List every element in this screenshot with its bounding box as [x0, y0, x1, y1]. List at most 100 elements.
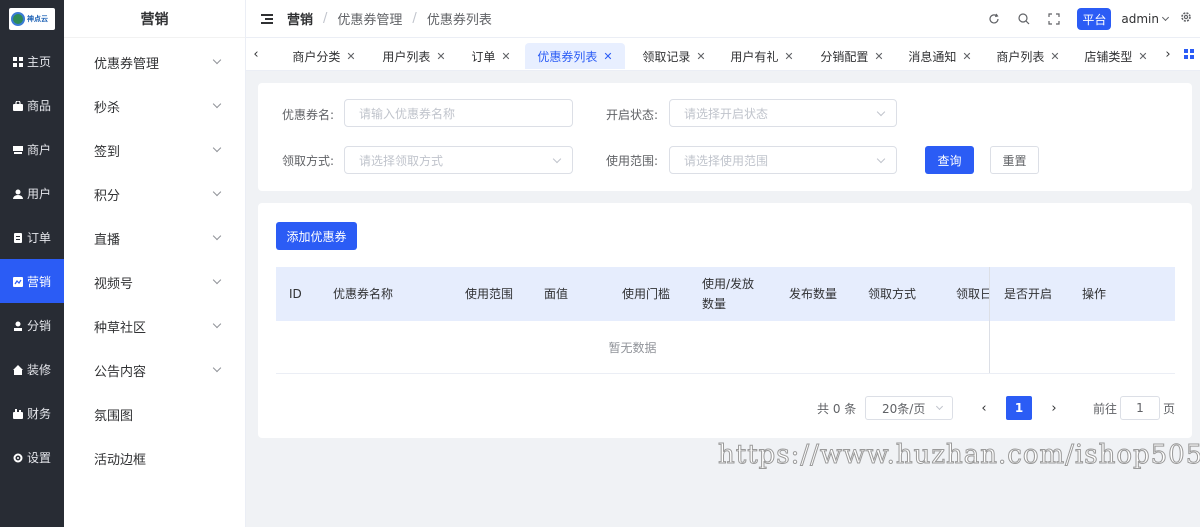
nav-item-distribution[interactable]: 分销: [0, 303, 64, 347]
platform-button[interactable]: 平台: [1077, 8, 1112, 30]
status-select[interactable]: 请选择开启状态: [669, 99, 897, 127]
close-icon[interactable]: ✕: [962, 50, 971, 63]
refresh-icon[interactable]: [987, 12, 1001, 26]
breadcrumb-item: 优惠券列表: [426, 13, 492, 28]
submenu-item-signin[interactable]: 签到: [64, 128, 246, 172]
nav-label: 用户: [26, 186, 51, 201]
tab-label: 领取记录: [642, 49, 691, 64]
coupon-name-input[interactable]: 请输入优惠券名称: [344, 99, 573, 127]
search-icon[interactable]: [1017, 12, 1031, 26]
goto-label: 前往: [1093, 402, 1118, 416]
nav-label: 设置: [26, 450, 51, 465]
close-icon[interactable]: ✕: [501, 50, 510, 63]
search-button[interactable]: 查询: [925, 146, 974, 174]
tab-user-list[interactable]: 用户列表 ✕: [376, 43, 452, 69]
tab-shop-type[interactable]: 店铺类型 ✕: [1076, 43, 1156, 69]
submenu-title: 营销: [64, 0, 245, 38]
nav-item-settings[interactable]: 设置: [0, 435, 64, 479]
tab-label: 优惠券列表: [537, 49, 598, 64]
submenu-item-seckill[interactable]: 秒杀: [64, 84, 246, 128]
close-icon[interactable]: ✕: [874, 50, 883, 63]
chevron-down-icon: [935, 402, 944, 411]
nav-item-merchant[interactable]: 商户: [0, 127, 64, 171]
submenu-item-label: 活动边框: [94, 452, 147, 468]
page-size-select[interactable]: 20条/页: [865, 396, 953, 420]
reset-button[interactable]: 重置: [990, 146, 1039, 174]
empty-state: 暂无数据: [608, 340, 657, 355]
nav-item-home[interactable]: 主页: [0, 39, 64, 83]
watermark-text: https://www.huzhan.com/ishop50558: [717, 440, 1200, 471]
add-coupon-button[interactable]: 添加优惠券: [276, 222, 357, 250]
next-page-icon[interactable]: ›: [1044, 396, 1064, 420]
submenu-item-atmosphere[interactable]: 氛围图: [64, 392, 246, 436]
submenu-item-coupon-management[interactable]: 优惠券管理: [64, 40, 246, 84]
app-logo[interactable]: 神点云: [0, 0, 64, 38]
tab-scroll-right-icon[interactable]: ›: [1160, 38, 1176, 71]
close-icon[interactable]: ✕: [603, 50, 612, 63]
close-icon[interactable]: ✕: [696, 50, 705, 63]
column-header-threshold: 使用门槛: [622, 287, 671, 301]
chevron-down-icon[interactable]: [1161, 13, 1170, 22]
prev-page-icon[interactable]: ‹: [974, 396, 994, 420]
breadcrumb-separator: /: [323, 11, 328, 26]
close-icon[interactable]: ✕: [1138, 50, 1147, 63]
chevron-down-icon: [212, 363, 222, 373]
fullscreen-icon[interactable]: [1047, 12, 1061, 26]
submenu-item-activity-frame[interactable]: 活动边框: [64, 436, 246, 480]
breadcrumb-item[interactable]: 优惠券管理: [337, 9, 402, 28]
nav-item-goods[interactable]: 商品: [0, 83, 64, 127]
finance-icon: [12, 408, 23, 419]
table-header: ID 优惠券名称 使用范围 面值 使用门槛 使用/发放数量 发布数量 领取方式 …: [276, 267, 1175, 321]
nav-label: 装修: [26, 362, 51, 377]
tab-message-notify[interactable]: 消息通知 ✕: [900, 43, 980, 69]
menu-fold-icon[interactable]: [261, 13, 273, 24]
column-header-id: ID: [289, 287, 302, 301]
tab-orders[interactable]: 订单 ✕: [466, 43, 516, 69]
submenu-item-channels[interactable]: 视频号: [64, 260, 246, 304]
gear-icon[interactable]: [1180, 11, 1192, 27]
page-number-current[interactable]: 1: [1006, 396, 1032, 420]
tab-user-gift[interactable]: 用户有礼 ✕: [722, 43, 802, 69]
tab-receive-records[interactable]: 领取记录 ✕: [634, 43, 714, 69]
nav-item-marketing[interactable]: 营销: [0, 259, 64, 303]
submenu-item-community[interactable]: 种草社区: [64, 304, 246, 348]
submenu-item-live[interactable]: 直播: [64, 216, 246, 260]
close-icon[interactable]: ✕: [1050, 50, 1059, 63]
tab-merchant-category[interactable]: 商户分类 ✕: [286, 43, 362, 69]
page-size-value: 20条/页: [882, 401, 926, 416]
submenu-item-announcements[interactable]: 公告内容: [64, 348, 246, 392]
submenu: 营销 优惠券管理 秒杀 签到 积分 直播 视频号 种草社区 公告内容 氛围图 活…: [64, 0, 246, 527]
receive-type-select[interactable]: 请选择领取方式: [344, 146, 573, 174]
tab-scroll-left-icon[interactable]: ‹: [248, 38, 264, 71]
nav-label: 营销: [26, 274, 51, 289]
tab-merchant-list[interactable]: 商户列表 ✕: [988, 43, 1068, 69]
tab-distribution-config[interactable]: 分销配置 ✕: [812, 43, 892, 69]
submenu-item-points[interactable]: 积分: [64, 172, 246, 216]
chevron-down-icon: [212, 187, 222, 197]
tab-coupon-list[interactable]: 优惠券列表 ✕: [525, 43, 625, 69]
grid-menu-icon[interactable]: [1184, 49, 1194, 59]
close-icon[interactable]: ✕: [784, 50, 793, 63]
submenu-item-label: 积分: [94, 188, 121, 204]
submenu-item-label: 视频号: [94, 276, 134, 292]
close-icon[interactable]: ✕: [346, 50, 355, 63]
submenu-item-label: 直播: [94, 232, 121, 248]
distribution-icon: [13, 320, 23, 331]
scope-select[interactable]: 请选择使用范围: [669, 146, 897, 174]
nav-item-user[interactable]: 用户: [0, 171, 64, 215]
close-icon[interactable]: ✕: [436, 50, 445, 63]
top-header: 营销 / 优惠券管理 / 优惠券列表 平台 admin: [246, 0, 1200, 38]
pagination-total: 共 0 条: [817, 402, 857, 416]
column-header-receive-type: 领取方式: [868, 287, 917, 301]
tab-label: 用户有礼: [730, 49, 779, 64]
logo-mark-icon: [11, 12, 25, 26]
goto-page-input[interactable]: 1: [1120, 396, 1160, 420]
breadcrumb-item[interactable]: 营销: [287, 9, 313, 28]
nav-label: 财务: [26, 406, 51, 421]
tab-label: 商户分类: [292, 49, 341, 64]
nav-item-order[interactable]: 订单: [0, 215, 64, 259]
column-header-publish-count: 发布数量: [789, 287, 838, 301]
user-menu[interactable]: admin: [1121, 12, 1159, 26]
nav-item-decoration[interactable]: 装修: [0, 347, 64, 391]
nav-item-finance[interactable]: 财务: [0, 391, 64, 435]
